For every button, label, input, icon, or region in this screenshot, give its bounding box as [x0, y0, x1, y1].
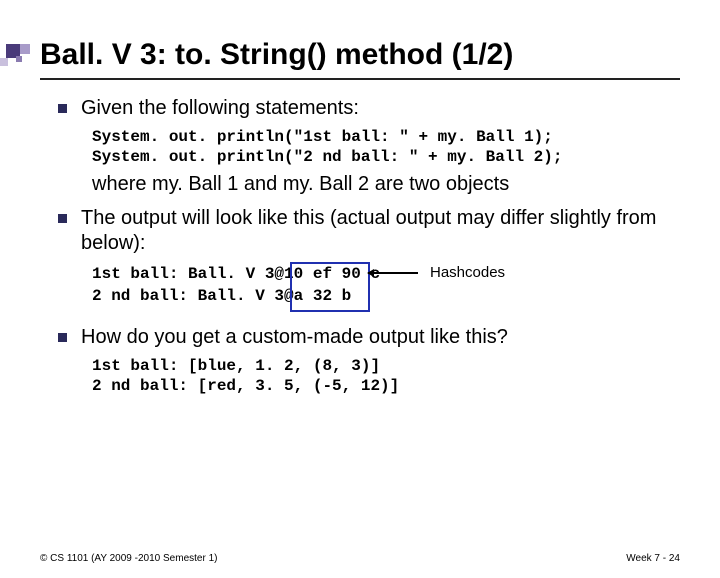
bullet-item: How do you get a custom-made output like…: [40, 325, 680, 350]
arrow-icon: [368, 272, 418, 274]
code-block: 1st ball: [blue, 1. 2, (8, 3)] 2 nd ball…: [92, 356, 680, 396]
hashcode-highlight-box: [290, 262, 370, 312]
footer: © CS 1101 (AY 2009 -2010 Semester 1) Wee…: [40, 553, 680, 564]
square-bullet-icon: [58, 214, 67, 223]
bullet-item: Given the following statements:: [40, 96, 680, 121]
slide-title: Ball. V 3: to. String() method (1/2): [40, 38, 680, 80]
square-bullet-icon: [58, 104, 67, 113]
footer-left: © CS 1101 (AY 2009 -2010 Semester 1): [40, 553, 217, 564]
hashcode-output: 1st ball: Ball. V 3@10 ef 90 c 2 nd ball…: [92, 264, 680, 307]
hashcodes-label: Hashcodes: [430, 264, 505, 281]
output-prefix: 1st ball: Ball. V 3@: [92, 265, 284, 283]
continuation-text: where my. Ball 1 and my. Ball 2 are two …: [92, 173, 680, 196]
corner-decoration: [0, 38, 40, 78]
bullet-text: How do you get a custom-made output like…: [81, 325, 508, 350]
square-bullet-icon: [58, 333, 67, 342]
bullet-text: The output will look like this (actual o…: [81, 206, 680, 256]
bullet-text: Given the following statements:: [81, 96, 359, 121]
output-prefix: 2 nd ball: Ball. V 3@: [92, 287, 294, 305]
footer-right: Week 7 - 24: [626, 553, 680, 564]
bullet-item: The output will look like this (actual o…: [40, 206, 680, 256]
slide-content: Given the following statements: System. …: [40, 96, 680, 396]
code-block: System. out. println("1st ball: " + my. …: [92, 127, 680, 167]
